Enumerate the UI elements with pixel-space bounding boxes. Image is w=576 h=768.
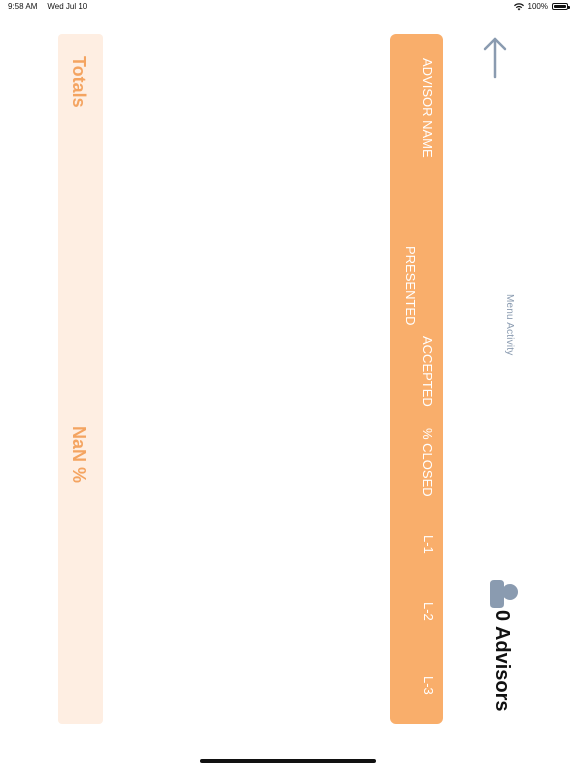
column-header-l3[interactable]: L-3	[420, 676, 436, 695]
totals-closed-percent: NaN %	[69, 426, 89, 484]
status-date: Wed Jul 10	[47, 2, 88, 11]
column-header-advisor-name[interactable]: ADVISOR NAME	[419, 58, 435, 158]
status-time: 9:58 AM	[8, 2, 38, 11]
battery-icon	[552, 3, 570, 10]
home-indicator[interactable]	[200, 759, 376, 763]
menu-activity-link[interactable]: Menu Activity	[504, 294, 515, 356]
status-bar-left: 9:58 AM Wed Jul 10	[8, 2, 87, 11]
column-header-l1[interactable]: L-1	[420, 535, 436, 554]
advisor-people-icon	[490, 580, 518, 608]
advisors-count: 0 Advisors	[491, 610, 513, 712]
wifi-icon	[513, 2, 524, 10]
status-bar-right: 100%	[513, 2, 570, 11]
totals-row	[58, 34, 103, 724]
column-header-percent-closed[interactable]: % CLOSED	[419, 428, 435, 497]
column-header-presented[interactable]: PRESENTED	[400, 246, 420, 325]
totals-label: Totals	[69, 56, 89, 108]
arrow-up-icon[interactable]	[482, 36, 508, 80]
battery-percent: 100%	[527, 2, 548, 11]
column-header-accepted[interactable]: ACCEPTED	[419, 336, 435, 407]
column-header-l2[interactable]: L-2	[420, 602, 436, 621]
